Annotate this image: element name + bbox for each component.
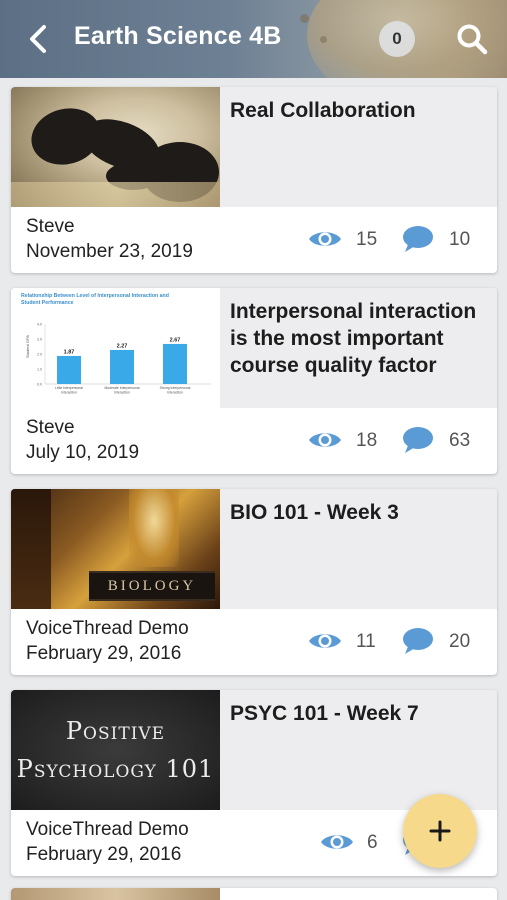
mini-chart-tick-label: 2.0 <box>37 353 42 357</box>
view-count: 18 <box>356 430 378 451</box>
chevron-left-icon <box>30 25 46 53</box>
thread-card[interactable]: BIOLOGY BIO 101 - Week 3 VoiceThread Dem… <box>11 489 497 675</box>
mini-chart-category-label: Strong Interpersonal <box>160 386 191 390</box>
bookshelf-shape <box>11 489 51 609</box>
mini-chart-category-label: Interaction <box>61 391 77 395</box>
thread-author: Steve <box>26 216 75 237</box>
mini-chart-bar <box>163 343 187 384</box>
thread-card[interactable]: Real Collaboration Steve November 23, 20… <box>11 87 497 273</box>
mini-chart-value-label: 1.87 <box>64 349 75 355</box>
mini-chart-tick-label: 0.0 <box>37 383 42 387</box>
thread-title-area[interactable]: Interpersonal interaction is the most im… <box>220 288 497 408</box>
mini-chart-category-label: Little Interpersonal <box>55 386 83 390</box>
thread-author: Steve <box>26 417 75 438</box>
mini-chart-bar <box>110 349 134 384</box>
notification-count-badge[interactable]: 0 <box>379 21 415 57</box>
thread-thumbnail[interactable] <box>11 87 220 207</box>
comment-bubble-icon <box>403 628 433 654</box>
thread-title: PSYC 101 - Week 7 <box>230 702 419 725</box>
thread-date: November 23, 2019 <box>26 241 193 262</box>
chalkboard-line-1: Positive <box>65 717 166 745</box>
eye-icon <box>321 835 353 849</box>
mini-chart-tick-label: 3.0 <box>37 338 42 342</box>
mini-chart-value-label: 2.67 <box>170 337 181 343</box>
lamp-glow <box>129 489 179 567</box>
thread-thumbnail[interactable]: Relationship Between Level of Interperso… <box>11 288 220 408</box>
plus-icon <box>429 820 451 842</box>
thread-date: July 10, 2019 <box>26 442 140 463</box>
thread-title-area[interactable]: PSYC 101 - Week 7 <box>220 690 497 810</box>
comment-count: 20 <box>449 631 471 652</box>
thread-author: VoiceThread Demo <box>26 819 189 840</box>
thread-date: February 29, 2016 <box>26 844 182 865</box>
thread-title-area[interactable]: Real Collaboration <box>220 87 497 207</box>
biology-book: BIOLOGY <box>89 571 215 601</box>
comment-count: 10 <box>449 229 471 250</box>
thread-card-partial[interactable] <box>11 888 497 900</box>
mini-chart-tick-label: 4.0 <box>37 323 42 327</box>
thread-author: VoiceThread Demo <box>26 618 189 639</box>
header-background-dot <box>300 14 309 23</box>
mini-chart-ylabel: Student GPA <box>25 335 30 358</box>
mini-chart-category-label: Interaction <box>114 391 130 395</box>
view-count: 6 <box>367 832 378 853</box>
back-button[interactable] <box>22 20 54 58</box>
comment-bubble-icon <box>403 427 433 453</box>
mini-chart-bar <box>57 355 81 384</box>
add-thread-button[interactable] <box>403 794 477 868</box>
chalkboard-line-2: Psychology 101 <box>16 755 215 783</box>
thread-title: Interpersonal interaction is the most im… <box>230 300 477 377</box>
thread-title: BIO 101 - Week 3 <box>230 501 399 524</box>
comment-bubble-icon <box>403 226 433 252</box>
mini-chart-tick-label: 1.0 <box>37 368 42 372</box>
comment-count: 63 <box>449 430 471 451</box>
thread-title: Real Collaboration <box>230 99 416 122</box>
mini-chart-category-label: Interaction <box>167 391 183 395</box>
thread-date: February 29, 2016 <box>26 643 182 664</box>
eye-icon <box>309 433 341 447</box>
thread-thumbnail[interactable]: Positive Psychology 101 <box>11 690 220 810</box>
mini-chart-value-label: 2.27 <box>117 343 128 349</box>
thread-card[interactable]: Relationship Between Level of Interperso… <box>11 288 497 474</box>
eye-icon <box>309 232 341 246</box>
view-count: 11 <box>356 631 376 652</box>
bar-chart-thumbnail: Relationship Between Level of Interperso… <box>21 293 211 395</box>
app-header: Earth Science 4B 0 <box>0 0 507 78</box>
thread-thumbnail[interactable]: BIOLOGY <box>11 489 220 609</box>
view-count: 15 <box>356 229 378 250</box>
eye-icon <box>309 634 341 648</box>
search-icon <box>457 24 488 55</box>
search-button[interactable] <box>455 21 489 57</box>
straw-ground <box>11 182 220 207</box>
mini-chart-category-label: Moderate Interpersonal <box>104 386 139 390</box>
page-title: Earth Science 4B <box>74 22 282 50</box>
thread-thumbnail <box>11 888 220 900</box>
thread-title-area[interactable]: BIO 101 - Week 3 <box>220 489 497 609</box>
header-background-dot <box>320 36 327 43</box>
mini-chart-title: Relationship Between Level of Interperso… <box>21 293 170 306</box>
